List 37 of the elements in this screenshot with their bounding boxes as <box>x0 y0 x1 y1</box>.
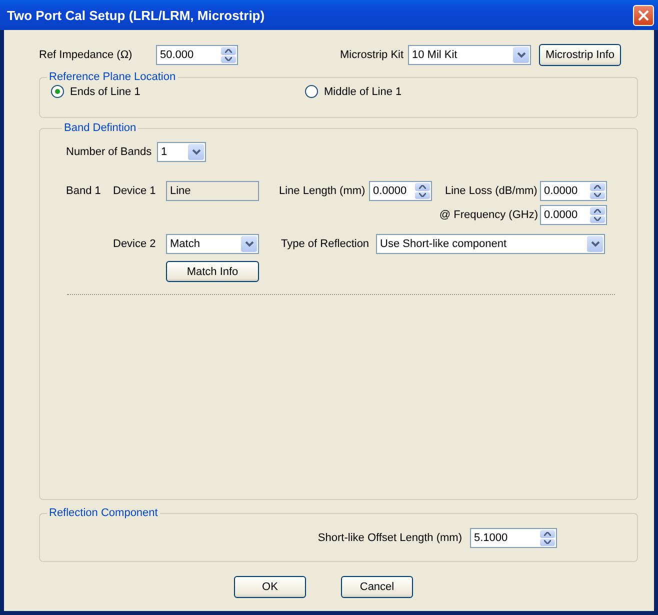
line-length-spinbox[interactable]: 0.0000 <box>369 181 432 201</box>
band-label: Band 1 <box>66 185 102 197</box>
radio-option[interactable]: Ends of Line 1 <box>51 85 305 98</box>
microstrip-kit-dropdown[interactable]: 10 Mil Kit <box>408 45 531 65</box>
field-label: Ref Impedance (Ω) <box>39 49 134 61</box>
field-label: Type of Reflection <box>281 238 370 250</box>
radio-label: Middle of Line 1 <box>324 86 402 98</box>
number-of-bands-dropdown[interactable]: 1 <box>157 142 206 162</box>
close-button[interactable] <box>633 4 654 26</box>
field-label: Device 1 <box>113 185 157 197</box>
dialog-button[interactable]: Cancel <box>341 576 413 598</box>
dialog-button[interactable]: OK <box>234 576 306 598</box>
frequency-spinbox[interactable]: 0.0000 <box>540 205 607 225</box>
radio-label: Ends of Line 1 <box>70 86 140 98</box>
ref-impedance-spinbox[interactable]: 50.000 <box>156 45 238 65</box>
field-label: Line Loss (dB/mm) <box>445 185 538 197</box>
group-title: Reflection Component <box>48 507 159 519</box>
field-label: Device 2 <box>113 238 157 250</box>
radio-button[interactable] <box>305 85 318 98</box>
group-title: Reference Plane Location <box>48 71 177 83</box>
microstrip-info-button[interactable]: Microstrip Info <box>539 44 621 66</box>
offset-length-spinbox[interactable]: 5.1000 <box>470 528 557 548</box>
device-1-field[interactable]: Line <box>166 181 259 201</box>
radio-button[interactable] <box>51 85 64 98</box>
field-label: @ Frequency (GHz) <box>438 209 539 221</box>
device-2-dropdown[interactable]: Match <box>166 234 259 254</box>
field-label: Microstrip Kit <box>340 49 405 61</box>
reflection-type-dropdown[interactable]: Use Short-like component <box>376 234 605 254</box>
field-label: Line Length (mm) <box>279 185 366 197</box>
field-label: Number of Bands <box>66 146 153 158</box>
group-title: Band Defintion <box>63 122 138 134</box>
field-label: Short-like Offset Length (mm) <box>318 532 462 544</box>
radio-option[interactable]: Middle of Line 1 <box>305 85 402 98</box>
window-title: Two Port Cal Setup (LRL/LRM, Microstrip) <box>7 8 265 22</box>
close-icon[interactable] <box>638 10 649 20</box>
match-info-button[interactable]: Match Info <box>166 261 259 282</box>
line-loss-spinbox[interactable]: 0.0000 <box>540 181 607 201</box>
